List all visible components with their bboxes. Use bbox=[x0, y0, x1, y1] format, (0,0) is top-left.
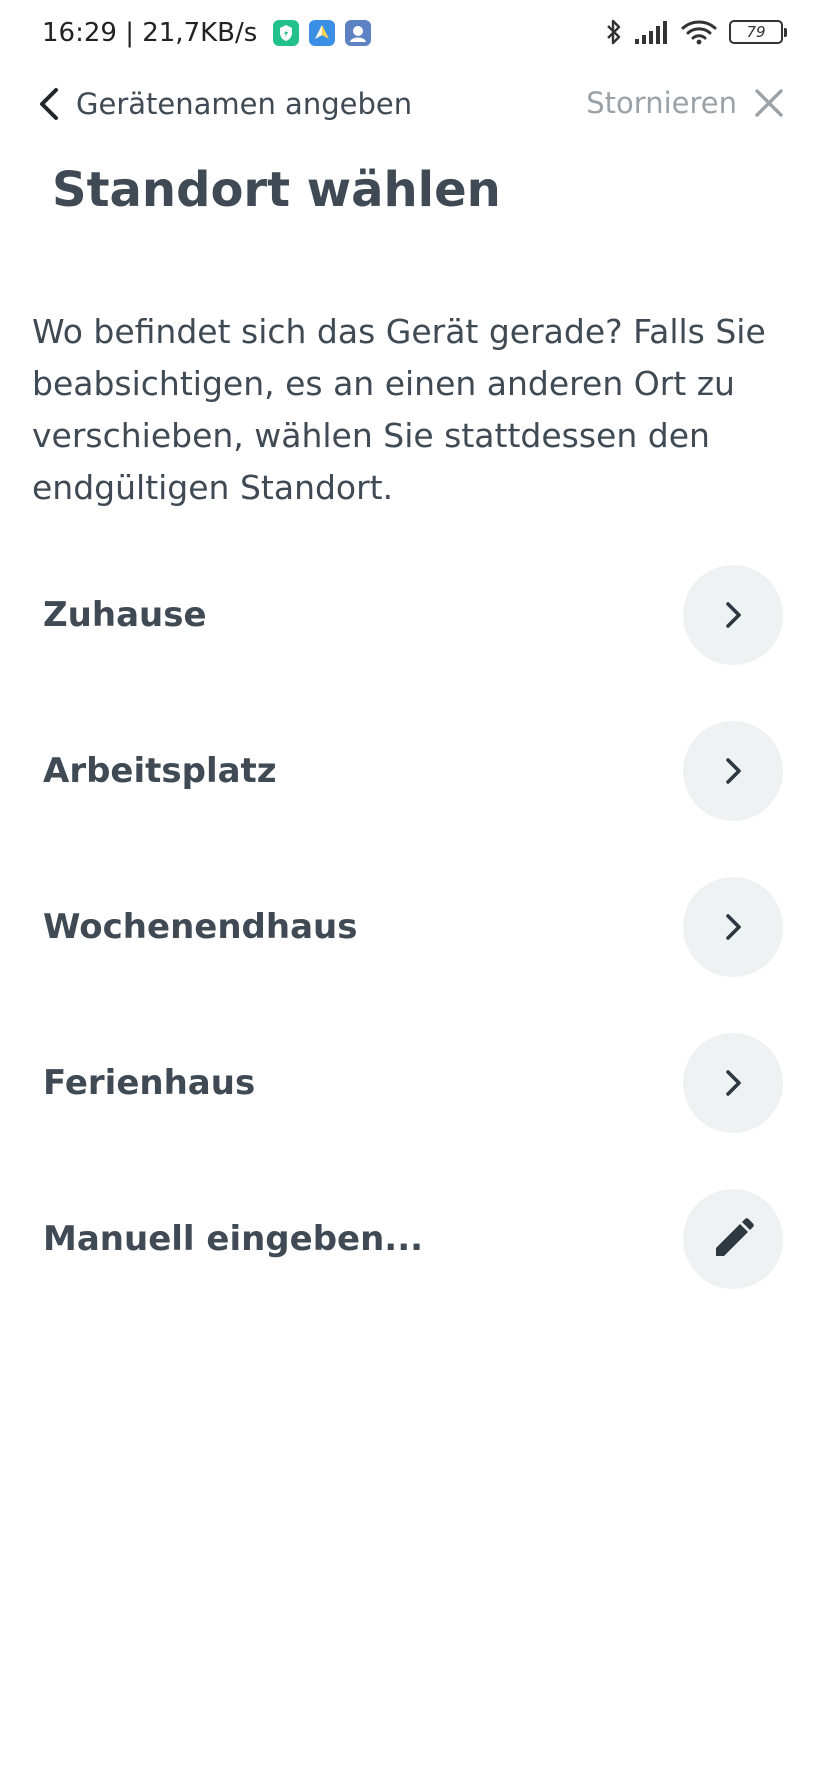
back-button[interactable]: Gerätenamen angeben bbox=[36, 86, 412, 122]
location-item-zuhause[interactable]: Zuhause bbox=[0, 560, 823, 670]
cancel-label: Stornieren bbox=[586, 86, 737, 120]
signal-icon bbox=[635, 20, 669, 44]
nav-bar: Gerätenamen angeben Stornieren bbox=[0, 80, 823, 136]
battery-icon: 79 bbox=[729, 20, 787, 44]
location-item-manual-entry[interactable]: Manuell eingeben... bbox=[0, 1184, 823, 1294]
avatar-app-icon bbox=[345, 20, 372, 46]
status-bar: 16:29 | 21,7KB/s 79 bbox=[0, 0, 823, 72]
chevron-right-button[interactable] bbox=[683, 1033, 783, 1133]
location-label: Zuhause bbox=[43, 595, 207, 635]
edit-button[interactable] bbox=[683, 1189, 783, 1289]
status-right: 79 bbox=[605, 18, 787, 46]
navigation-app-icon bbox=[309, 20, 336, 46]
wifi-icon bbox=[681, 19, 717, 45]
status-time-speed: 16:29 | 21,7KB/s bbox=[42, 18, 258, 48]
back-label: Gerätenamen angeben bbox=[76, 87, 413, 121]
chevron-right-button[interactable] bbox=[683, 565, 783, 665]
page-title: Standort wählen bbox=[52, 162, 501, 218]
chevron-right-button[interactable] bbox=[683, 877, 783, 977]
battery-level: 79 bbox=[746, 23, 766, 41]
chevron-right-button[interactable] bbox=[683, 721, 783, 821]
cancel-button[interactable]: Stornieren bbox=[586, 86, 785, 120]
close-icon bbox=[753, 87, 785, 119]
location-label: Wochenendhaus bbox=[43, 907, 358, 947]
location-label: Arbeitsplatz bbox=[43, 751, 277, 791]
location-item-wochenendhaus[interactable]: Wochenendhaus bbox=[0, 872, 823, 982]
security-app-icon bbox=[273, 20, 300, 46]
location-label: Ferienhaus bbox=[43, 1063, 256, 1103]
location-item-ferienhaus[interactable]: Ferienhaus bbox=[0, 1028, 823, 1138]
chevron-right-icon bbox=[722, 911, 744, 943]
chevron-right-icon bbox=[722, 1067, 744, 1099]
chevron-right-icon bbox=[722, 599, 744, 631]
pencil-icon bbox=[710, 1216, 756, 1262]
bluetooth-icon bbox=[605, 18, 623, 46]
chevron-right-icon bbox=[722, 755, 744, 787]
location-label: Manuell eingeben... bbox=[43, 1219, 424, 1259]
page-description: Wo befindet sich das Gerät gerade? Falls… bbox=[32, 312, 766, 507]
status-left: 16:29 | 21,7KB/s bbox=[42, 18, 372, 48]
chevron-left-icon bbox=[36, 86, 62, 122]
location-item-arbeitsplatz[interactable]: Arbeitsplatz bbox=[0, 716, 823, 826]
